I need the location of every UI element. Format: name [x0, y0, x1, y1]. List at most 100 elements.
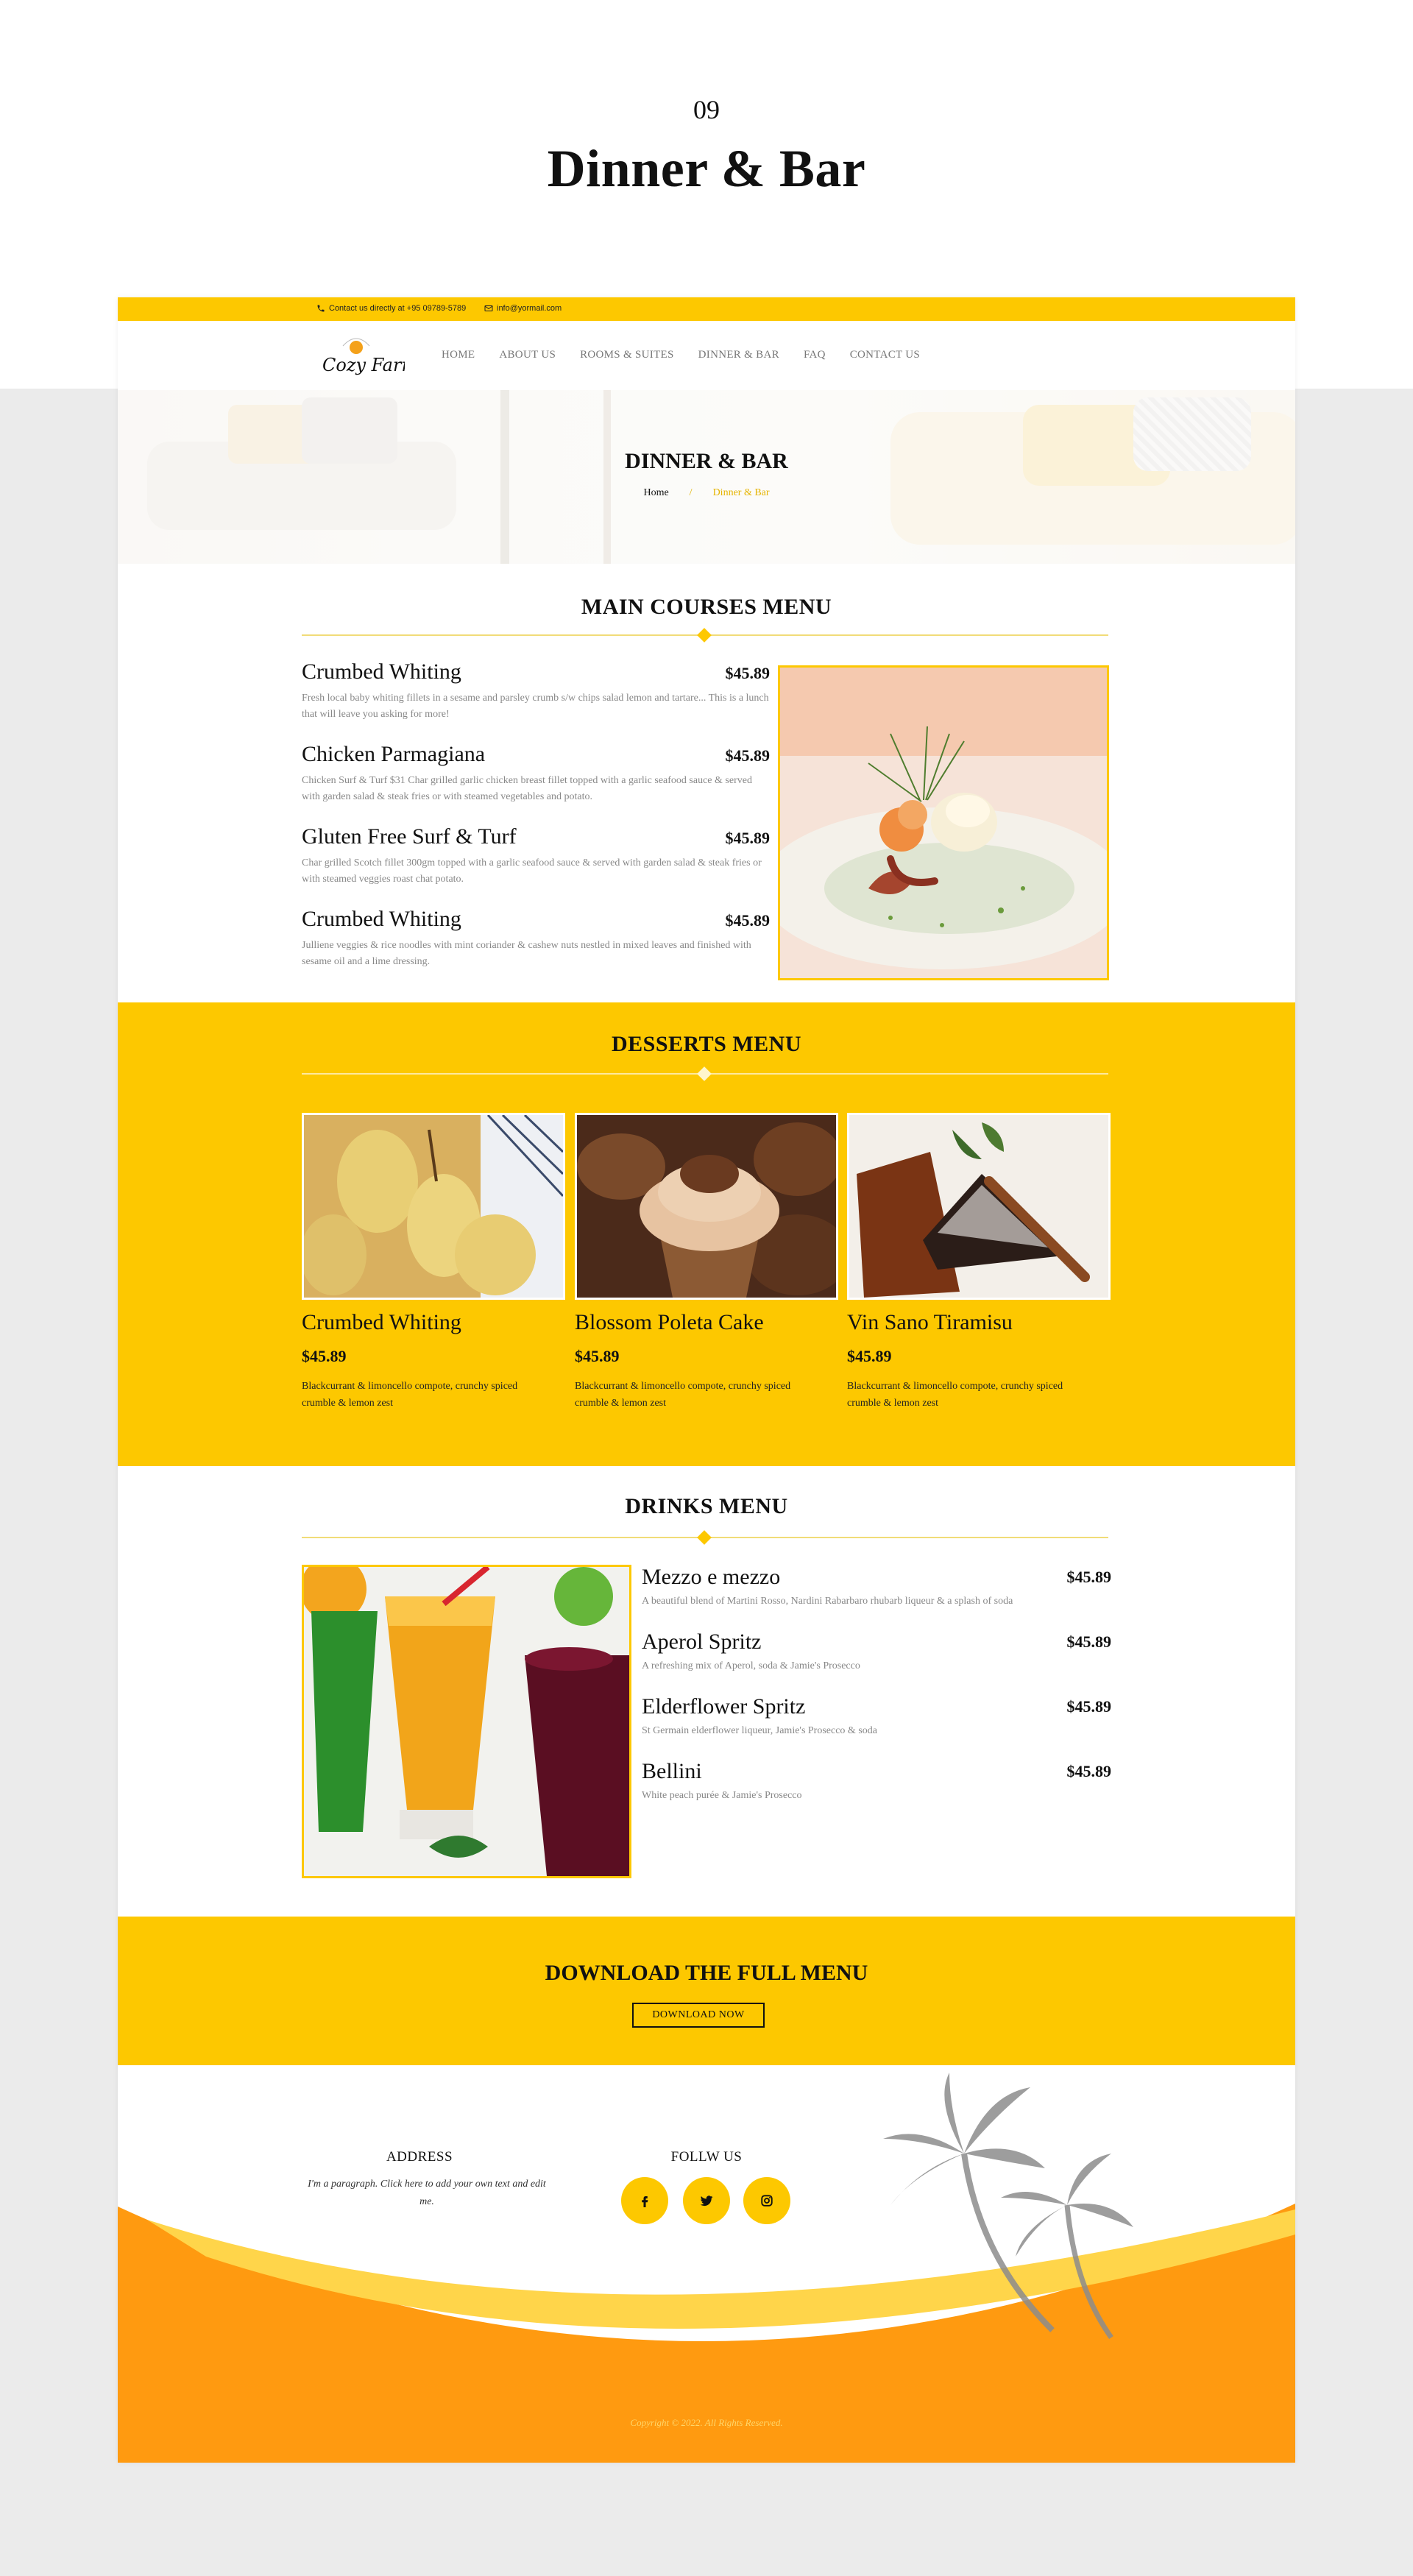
nav-item-rooms-suites[interactable]: ROOMS & SUITES — [580, 349, 674, 361]
dessert-photo — [575, 1113, 838, 1300]
section-divider — [302, 1066, 1108, 1081]
copyright-text: Copyright © 2022. All Rights Reserved. — [630, 2417, 783, 2428]
menu-item-name: Crumbed Whiting — [302, 907, 461, 931]
dessert-photo — [847, 1113, 1111, 1300]
slide-title: Dinner & Bar — [547, 139, 866, 198]
slide-number: 09 — [693, 95, 720, 124]
email-contact[interactable]: info@yormail.com — [484, 304, 562, 313]
seafood-dish-photo — [778, 665, 1109, 980]
twitter-button[interactable] — [683, 2177, 730, 2224]
nav-item-faq[interactable]: FAQ — [804, 349, 826, 361]
dessert-description: Blackcurrant & limoncello compote, crunc… — [575, 1381, 791, 1409]
drink-item: Elderflower Spritz $45.89 St Germain eld… — [642, 1694, 1111, 1737]
menu-item-price: $45.89 — [725, 664, 771, 682]
nav-menu: HOME ABOUT US ROOMS & SUITES DINNER & BA… — [442, 349, 920, 361]
drink-price: $45.89 — [1066, 1568, 1112, 1586]
page-hero-banner: DINNER & BAR Home / Dinner & Bar — [118, 390, 1295, 564]
drink-description: A refreshing mix of Aperol, soda & Jamie… — [642, 1660, 860, 1671]
nav-item-about-us[interactable]: ABOUT US — [499, 349, 556, 361]
dessert-description: Blackcurrant & limoncello compote, crunc… — [302, 1381, 518, 1409]
menu-item-description: Char grilled Scotch fillet 300gm topped … — [302, 857, 762, 885]
dessert-photo — [302, 1113, 565, 1300]
drink-description: St Germain elderflower liqueur, Jamie's … — [642, 1725, 877, 1736]
dessert-name: Vin Sano Tiramisu — [847, 1310, 1013, 1334]
breadcrumb-current: Dinner & Bar — [712, 487, 770, 498]
smoothies-illustration — [304, 1567, 629, 1876]
download-now-button[interactable]: DOWNLOAD NOW — [632, 2003, 765, 2028]
menu-item: Crumbed Whiting $45.89 Fresh local baby … — [302, 659, 770, 723]
main-courses-title: MAIN COURSES MENU — [581, 595, 832, 619]
drink-name: Aperol Spritz — [642, 1630, 762, 1654]
phone-contact[interactable]: Contact us directly at +95 09789-5789 — [316, 304, 466, 313]
menu-item: Chicken Parmagiana $45.89 Chicken Surf &… — [302, 742, 770, 805]
menu-item-price: $45.89 — [725, 829, 771, 847]
drink-description: White peach purée & Jamie's Prosecco — [642, 1790, 802, 1801]
address-heading: ADDRESS — [386, 2149, 453, 2165]
footer-wave-background — [118, 2073, 1295, 2463]
nav-item-contact-us[interactable]: CONTACT US — [850, 349, 920, 361]
menu-item-name: Crumbed Whiting — [302, 659, 461, 684]
svg-text:Cozy Farm: Cozy Farm — [322, 355, 405, 375]
drink-price: $45.89 — [1066, 1632, 1112, 1651]
menu-item: Crumbed Whiting $45.89 Julliene veggies … — [302, 907, 770, 970]
drink-item: Bellini $45.89 White peach purée & Jamie… — [642, 1759, 1111, 1802]
menu-item-description: Fresh local baby whiting fillets in a se… — [302, 693, 769, 720]
dessert-price: $45.89 — [575, 1347, 620, 1365]
contact-topbar: Contact us directly at +95 09789-5789 in… — [118, 297, 1295, 321]
dessert-name: Blossom Poleta Cake — [575, 1310, 764, 1334]
menu-item-price: $45.89 — [725, 911, 771, 930]
breadcrumb-separator: / — [689, 487, 693, 498]
hero-overlay — [118, 390, 1295, 564]
download-title: DOWNLOAD THE FULL MENU — [545, 1961, 868, 1985]
drink-name: Elderflower Spritz — [642, 1694, 806, 1719]
section-divider — [302, 1530, 1108, 1545]
main-navigation: Cozy Farm HOME ABOUT US ROOMS & SUITES D… — [118, 321, 1295, 390]
seafood-dish-illustration — [780, 668, 1107, 978]
dessert-price: $45.89 — [847, 1347, 892, 1365]
drinks-title: DRINKS MENU — [625, 1494, 788, 1518]
chocolate-cake-illustration — [849, 1115, 1108, 1298]
desserts-section: DESSERTS MENU Crumbed Whiting $45.89 Bla… — [118, 1002, 1295, 1466]
menu-item: Gluten Free Surf & Turf $45.89 Char gril… — [302, 824, 770, 888]
nav-item-home[interactable]: HOME — [442, 349, 475, 361]
cozy-farm-logo[interactable]: Cozy Farm — [316, 330, 405, 381]
menu-item-price: $45.89 — [725, 746, 771, 765]
drink-item: Aperol Spritz $45.89 A refreshing mix of… — [642, 1630, 1111, 1672]
breadcrumb: Home / Dinner & Bar — [118, 487, 1295, 499]
facebook-button[interactable] — [621, 2177, 668, 2224]
drink-price: $45.89 — [1066, 1697, 1112, 1716]
email-text: info@yormail.com — [497, 304, 562, 313]
desserts-title: DESSERTS MENU — [611, 1032, 801, 1056]
menu-item-name: Gluten Free Surf & Turf — [302, 824, 517, 849]
drink-price: $45.89 — [1066, 1762, 1112, 1780]
website-mockup: Contact us directly at +95 09789-5789 in… — [118, 297, 1295, 2463]
pear-tart-illustration — [304, 1115, 563, 1298]
drink-name: Bellini — [642, 1759, 702, 1783]
section-divider — [302, 628, 1108, 643]
twitter-icon — [700, 2195, 713, 2207]
address-text: I'm a paragraph. Click here to add your … — [308, 2179, 546, 2207]
breadcrumb-home[interactable]: Home — [643, 487, 668, 498]
dessert-name: Crumbed Whiting — [302, 1310, 461, 1334]
hero-title: DINNER & BAR — [625, 449, 788, 473]
dessert-description: Blackcurrant & limoncello compote, crunc… — [847, 1381, 1063, 1409]
phone-icon — [317, 305, 325, 312]
drink-name: Mezzo e mezzo — [642, 1565, 781, 1589]
menu-item-name: Chicken Parmagiana — [302, 742, 486, 766]
footer: ADDRESS I'm a paragraph. Click here to a… — [118, 2065, 1295, 2463]
phone-text: Contact us directly at +95 09789-5789 — [329, 304, 467, 313]
drink-description: A beautiful blend of Martini Rosso, Nard… — [642, 1596, 1013, 1607]
drink-item: Mezzo e mezzo $45.89 A beautiful blend o… — [642, 1565, 1111, 1607]
facebook-icon — [642, 2196, 648, 2207]
menu-item-description: Chicken Surf & Turf $31 Char grilled gar… — [302, 775, 752, 802]
drinks-photo — [302, 1565, 631, 1878]
follow-heading: FOLLW US — [670, 2149, 743, 2165]
menu-item-description: Julliene veggies & rice noodles with min… — [302, 940, 751, 967]
dessert-card: Crumbed Whiting $45.89 Blackcurrant & li… — [302, 1113, 565, 1412]
nav-item-dinner-bar[interactable]: DINNER & BAR — [698, 349, 779, 361]
cupcake-illustration — [577, 1115, 836, 1298]
download-menu-section: DOWNLOAD THE FULL MENU DOWNLOAD NOW — [118, 1917, 1295, 2065]
dessert-price: $45.89 — [302, 1347, 347, 1365]
dessert-card: Blossom Poleta Cake $45.89 Blackcurrant … — [575, 1113, 838, 1412]
instagram-button[interactable] — [743, 2177, 790, 2224]
